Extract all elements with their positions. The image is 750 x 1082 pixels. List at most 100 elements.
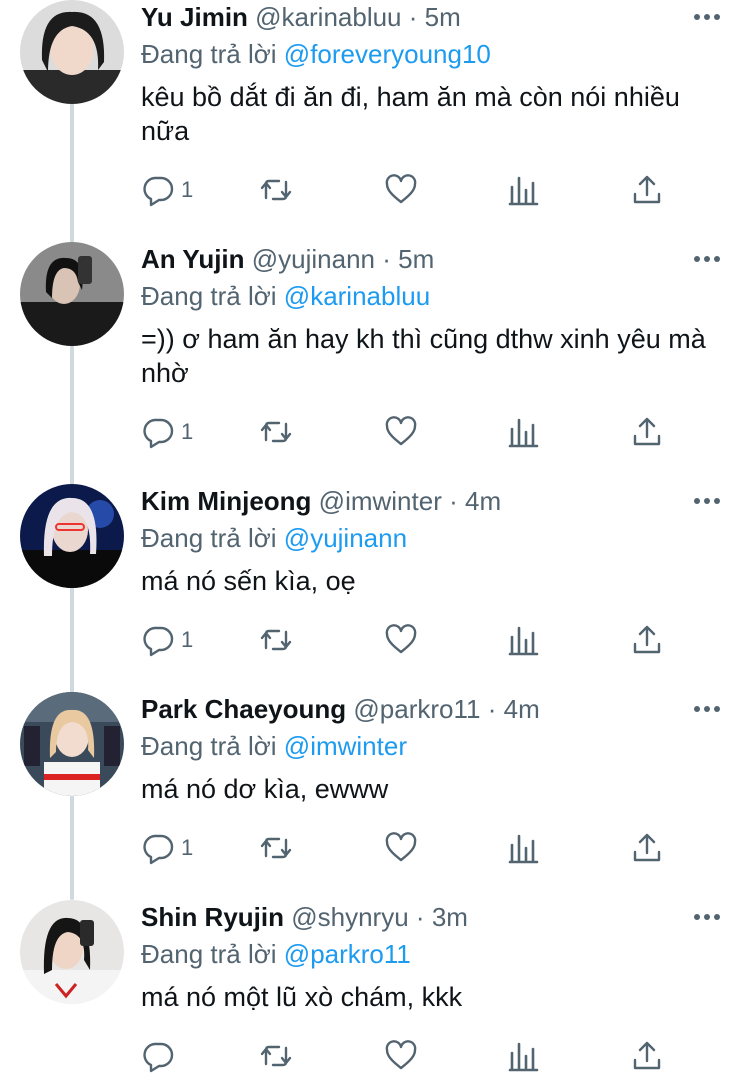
avatar[interactable] — [20, 242, 124, 346]
share-button[interactable] — [630, 620, 664, 660]
user-handle[interactable]: @yujinann — [252, 244, 375, 274]
more-options-button[interactable] — [692, 694, 722, 724]
reply-bubble-icon — [143, 418, 174, 449]
avatar[interactable] — [20, 692, 124, 796]
reply-bubble-icon — [143, 626, 174, 657]
retweet-icon — [260, 179, 292, 201]
replying-to-mention[interactable]: @karinabluu — [284, 281, 430, 311]
user-handle[interactable]: @karinabluu — [255, 2, 401, 32]
reply-bubble-icon — [143, 176, 174, 207]
separator-dot: · — [408, 2, 418, 32]
tweet-header: Shin Ryujin @shynryu · 3m — [141, 900, 468, 934]
views-bar-chart-icon — [508, 418, 539, 448]
separator-dot: · — [415, 902, 425, 932]
share-button[interactable] — [630, 828, 664, 868]
reply-button[interactable]: 1 — [141, 170, 193, 210]
replying-to-line: Đang trả lời @foreveryoung10 — [141, 37, 491, 71]
retweet-icon — [260, 837, 292, 859]
timestamp[interactable]: 5m — [425, 2, 461, 32]
replying-to-mention[interactable]: @yujinann — [284, 523, 407, 553]
replying-to-label: Đang trả lời — [141, 39, 277, 69]
share-upload-icon — [633, 175, 661, 204]
reply-button[interactable]: 1 — [141, 620, 193, 660]
reply-thread: Yu Jimin @karinabluu · 5m Đang trả lời @… — [0, 0, 750, 1082]
display-name[interactable]: Kim Minjeong — [141, 486, 311, 516]
replying-to-label: Đang trả lời — [141, 939, 277, 969]
like-button[interactable] — [384, 1036, 418, 1076]
replying-to-mention[interactable]: @foreveryoung10 — [284, 39, 491, 69]
reply-bubble-icon — [143, 1042, 174, 1073]
views-button[interactable] — [507, 828, 541, 868]
avatar[interactable] — [20, 900, 124, 1004]
views-button[interactable] — [507, 170, 541, 210]
replying-to-label: Đang trả lời — [141, 523, 277, 553]
timestamp[interactable]: 3m — [432, 902, 468, 932]
share-upload-icon — [633, 417, 661, 446]
replying-to-label: Đang trả lời — [141, 281, 277, 311]
reply-count: 1 — [181, 835, 194, 860]
retweet-button[interactable] — [259, 828, 293, 868]
retweet-button[interactable] — [259, 412, 293, 452]
views-button[interactable] — [507, 620, 541, 660]
display-name[interactable]: Park Chaeyoung — [141, 694, 346, 724]
more-options-button[interactable] — [692, 902, 722, 932]
more-horizontal-icon — [694, 256, 720, 262]
like-button[interactable] — [384, 170, 418, 210]
reply-count: 1 — [181, 177, 194, 202]
reply-button[interactable] — [141, 1036, 181, 1076]
user-handle[interactable]: @shynryu — [291, 902, 408, 932]
more-horizontal-icon — [694, 914, 720, 920]
user-handle[interactable]: @parkro11 — [353, 694, 480, 724]
tweet-actions: 1 — [141, 620, 671, 660]
retweet-icon — [260, 421, 292, 443]
tweet-text: má nó dơ kìa, ewww — [141, 774, 389, 804]
heart-icon — [385, 832, 417, 862]
views-button[interactable] — [507, 1036, 541, 1076]
replying-to-line: Đang trả lời @yujinann — [141, 521, 407, 555]
replying-to-mention[interactable]: @imwinter — [284, 731, 407, 761]
share-upload-icon — [633, 1041, 661, 1070]
share-button[interactable] — [630, 1036, 664, 1076]
avatar[interactable] — [20, 0, 124, 104]
share-upload-icon — [633, 625, 661, 654]
more-options-button[interactable] — [692, 2, 722, 32]
views-button[interactable] — [507, 412, 541, 452]
heart-icon — [385, 624, 417, 654]
display-name[interactable]: An Yujin — [141, 244, 245, 274]
heart-icon — [385, 174, 417, 204]
replying-to-mention[interactable]: @parkro11 — [284, 939, 411, 969]
more-options-button[interactable] — [692, 486, 722, 516]
views-bar-chart-icon — [508, 834, 539, 864]
timestamp[interactable]: 5m — [398, 244, 434, 274]
tweet-actions: 1 — [141, 412, 671, 452]
more-options-button[interactable] — [692, 244, 722, 274]
reply-button[interactable]: 1 — [141, 828, 193, 868]
share-button[interactable] — [630, 170, 664, 210]
retweet-button[interactable] — [259, 620, 293, 660]
tweet-header: An Yujin @yujinann · 5m — [141, 242, 434, 276]
timestamp[interactable]: 4m — [504, 694, 540, 724]
user-handle[interactable]: @imwinter — [319, 486, 442, 516]
retweet-button[interactable] — [259, 170, 293, 210]
more-horizontal-icon — [694, 706, 720, 712]
views-bar-chart-icon — [508, 626, 539, 656]
display-name[interactable]: Shin Ryujin — [141, 902, 284, 932]
reply-button[interactable]: 1 — [141, 412, 193, 452]
share-button[interactable] — [630, 412, 664, 452]
like-button[interactable] — [384, 828, 418, 868]
views-bar-chart-icon — [508, 176, 539, 206]
tweet-text: má nó sến kìa, oẹ — [141, 566, 356, 596]
tweet-header: Yu Jimin @karinabluu · 5m — [141, 0, 461, 34]
display-name[interactable]: Yu Jimin — [141, 2, 248, 32]
avatar[interactable] — [20, 484, 124, 588]
heart-icon — [385, 1040, 417, 1070]
tweet-text: =)) ơ ham ăn hay kh thì cũng dthw xinh y… — [141, 324, 706, 388]
reply-count: 1 — [181, 627, 194, 652]
like-button[interactable] — [384, 620, 418, 660]
retweet-button[interactable] — [259, 1036, 293, 1076]
like-button[interactable] — [384, 412, 418, 452]
timestamp[interactable]: 4m — [465, 486, 501, 516]
tweet-text: kêu bồ dắt đi ăn đi, ham ăn mà còn nói n… — [141, 82, 680, 146]
tweet-text: má nó một lũ xò chám, kkk — [141, 982, 463, 1012]
reply-bubble-icon — [143, 834, 174, 865]
